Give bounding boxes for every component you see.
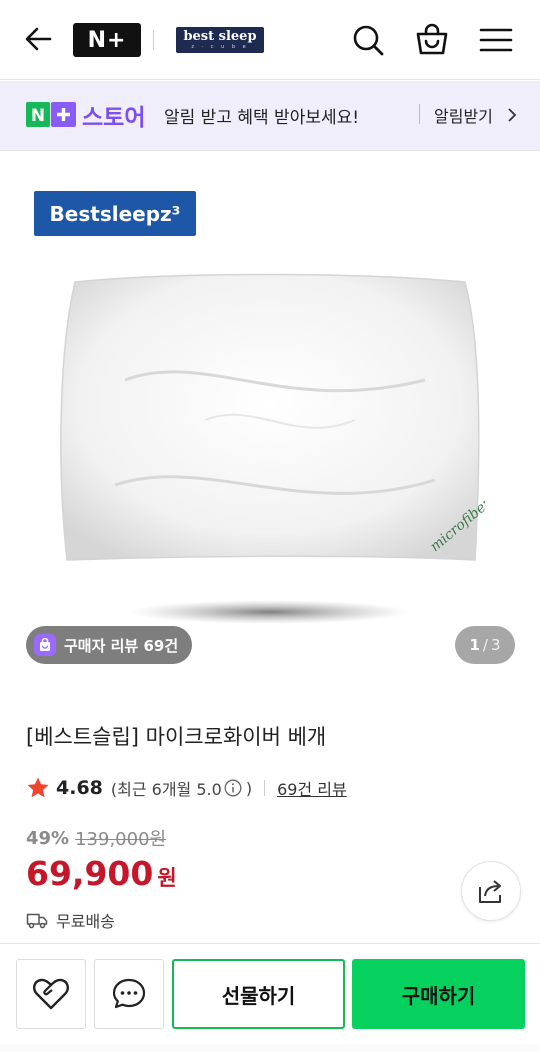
image-page-indicator: 1/3 xyxy=(455,626,515,664)
review-bag-icon xyxy=(34,634,56,656)
store-name: 스토어 xyxy=(82,105,146,131)
truck-icon xyxy=(26,913,48,929)
price-row: 69,900 원 xyxy=(26,854,177,893)
info-icon[interactable] xyxy=(224,779,242,797)
brand-badge: Bestsleepz³ xyxy=(34,191,196,236)
talk-talk-button[interactable] xyxy=(94,959,164,1029)
discount-row: 49% 139,000원 xyxy=(26,825,166,851)
chat-icon xyxy=(112,978,146,1009)
rating-row: 4.68 (최근 6개월 5.0 ) 69건 리뷰 xyxy=(26,774,347,802)
rating-divider xyxy=(264,780,266,796)
subscribe-link[interactable]: 알림받기 xyxy=(434,103,493,127)
price-unit: 원 xyxy=(157,866,177,890)
pillow-product-image: microfiber xyxy=(60,273,485,624)
banner-message: 알림 받고 혜택 받아보세요! xyxy=(164,108,360,128)
sale-price: 69,900 xyxy=(26,854,154,893)
buy-button[interactable]: 구매하기 xyxy=(352,959,525,1029)
share-button[interactable] xyxy=(461,861,521,921)
recent-rating: (최근 6개월 5.0 xyxy=(110,780,222,799)
shopping-bag-icon[interactable] xyxy=(414,22,450,58)
naver-store-logo-icon: N xyxy=(26,102,76,127)
brand-store-logo[interactable]: best sleep z · c u b e xyxy=(176,27,264,53)
share-icon xyxy=(479,880,501,903)
review-count-link[interactable]: 69건 리뷰 xyxy=(277,776,347,800)
system-home-bar xyxy=(0,1044,540,1052)
naver-plus-logo[interactable]: N+ xyxy=(73,23,141,57)
chevron-right-icon[interactable] xyxy=(506,107,518,123)
search-icon[interactable] xyxy=(350,22,386,58)
shipping-text: 무료배송 xyxy=(56,912,115,931)
rating-score: 4.68 xyxy=(56,777,103,799)
svg-text:N: N xyxy=(31,106,45,126)
discount-rate: 49% xyxy=(26,827,70,849)
heart-icon xyxy=(33,978,69,1010)
star-icon xyxy=(27,777,49,798)
buyer-review-badge[interactable]: 구매자 리뷰 69건 xyxy=(26,626,193,664)
menu-icon[interactable] xyxy=(478,22,514,58)
recent-rating-close: ) xyxy=(245,778,253,798)
product-title: [베스트슬립] 마이크로화이버 베개 xyxy=(26,725,327,749)
shipping-row: 무료배송 xyxy=(26,908,115,932)
wishlist-button[interactable] xyxy=(16,959,86,1029)
original-price: 139,000원 xyxy=(75,829,167,850)
back-arrow-icon[interactable] xyxy=(22,22,56,56)
gift-button[interactable]: 선물하기 xyxy=(172,959,345,1029)
banner-divider xyxy=(419,104,420,124)
logo-divider xyxy=(153,30,154,50)
